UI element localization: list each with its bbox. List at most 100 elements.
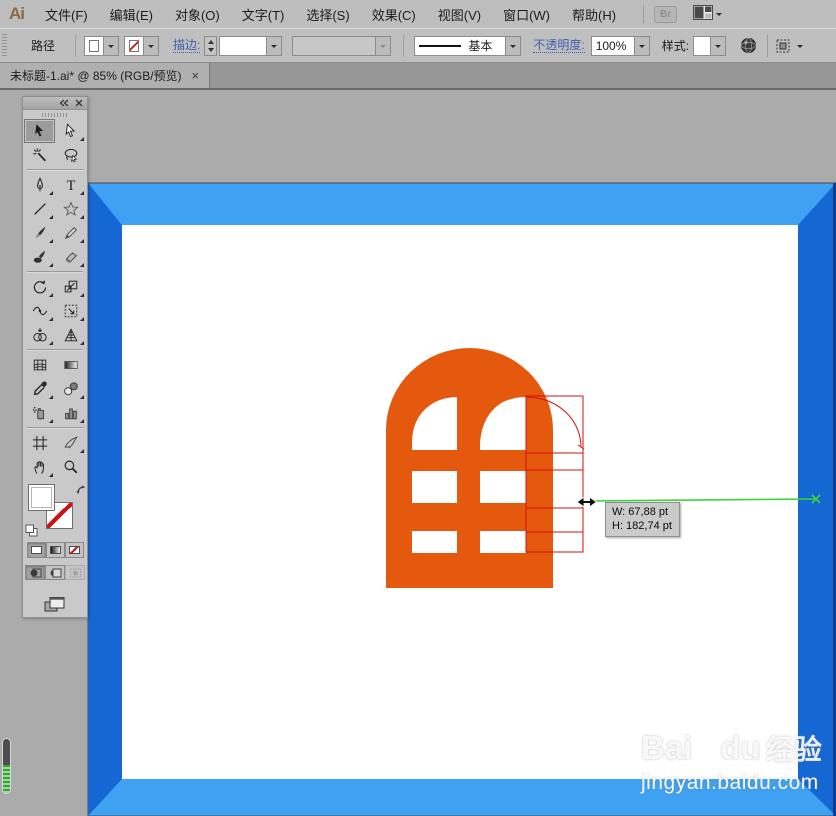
recording-progress-pill <box>2 738 11 794</box>
menu-effect[interactable]: 效果(C) <box>361 0 427 28</box>
type-tool[interactable]: T <box>55 173 86 197</box>
artboard-icon <box>32 435 48 451</box>
menu-type[interactable]: 文字(T) <box>231 0 296 28</box>
pencil-tool[interactable] <box>55 221 86 245</box>
control-bar-divider <box>403 34 405 57</box>
document-tab[interactable]: 未标题-1.ai* @ 85% (RGB/预览) × <box>0 63 211 88</box>
opacity-dropdown-button[interactable] <box>634 35 650 56</box>
zoom-tool[interactable] <box>55 455 86 479</box>
paint-mode-row <box>23 542 87 558</box>
opacity-combo[interactable]: 100% <box>590 35 650 56</box>
bridge-button[interactable]: Br <box>654 5 678 23</box>
artboard-tool[interactable] <box>24 431 55 455</box>
gradient-icon <box>63 357 79 373</box>
panel-close-icon[interactable] <box>75 94 83 112</box>
change-screen-mode-button[interactable] <box>36 592 74 616</box>
document-tab-strip: 未标题-1.ai* @ 85% (RGB/预览) × <box>0 63 836 90</box>
star-tool[interactable] <box>55 197 86 221</box>
mesh-icon <box>32 357 48 373</box>
none-paint-button[interactable] <box>64 542 84 558</box>
blob-brush-icon <box>32 249 48 265</box>
select-similar-button[interactable] <box>776 39 804 53</box>
default-fill-stroke-icon[interactable] <box>25 524 38 542</box>
brush-dropdown-button[interactable] <box>506 35 522 56</box>
tools-panel-header[interactable] <box>23 97 87 110</box>
menu-file[interactable]: 文件(F) <box>34 0 99 28</box>
workspace-layout-icon <box>693 5 714 23</box>
stroke-weight-value[interactable] <box>219 35 268 56</box>
menu-view[interactable]: 视图(V) <box>427 0 492 28</box>
fill-proxy-swatch[interactable] <box>28 484 55 511</box>
swap-fill-stroke-icon[interactable] <box>75 483 87 501</box>
canvas-area[interactable] <box>0 90 836 816</box>
control-bar: 路径 描边: 基本 不透明度: 100% 样式: <box>0 28 836 63</box>
draw-behind-button[interactable] <box>45 565 65 580</box>
gradient-tool[interactable] <box>55 353 86 377</box>
fill-color-picker[interactable] <box>84 35 120 56</box>
brush-stroke-preview-icon <box>419 44 462 47</box>
fill-swatch-icon <box>89 39 100 52</box>
selection-tool[interactable] <box>24 119 55 143</box>
mesh-tool[interactable] <box>24 353 55 377</box>
perspective-grid-tool[interactable] <box>55 323 86 347</box>
column-graph-tool[interactable] <box>55 401 86 425</box>
menu-help[interactable]: 帮助(H) <box>561 0 627 28</box>
menu-window[interactable]: 窗口(W) <box>492 0 561 28</box>
tool-group-divider <box>27 349 83 351</box>
brush-definition-value: 基本 <box>468 39 493 53</box>
workspace-switcher-button[interactable] <box>693 5 723 23</box>
opacity-panel-link[interactable]: 不透明度: <box>533 38 585 53</box>
fill-dropdown-button[interactable] <box>104 35 120 56</box>
rotate-tool[interactable] <box>24 275 55 299</box>
control-bar-divider <box>767 34 769 57</box>
draw-normal-button[interactable] <box>25 565 45 580</box>
stroke-weight-dropdown-button[interactable] <box>267 35 283 56</box>
stroke-color-picker[interactable] <box>124 35 160 56</box>
style-combo[interactable] <box>693 35 727 56</box>
lasso-tool[interactable] <box>55 143 86 167</box>
eyedropper-tool[interactable] <box>24 377 55 401</box>
tooltip-height-value: H: 182,74 pt <box>612 520 672 532</box>
watermark-url: jingyan.baidu.com <box>641 771 819 794</box>
rotate-icon <box>32 279 48 295</box>
color-paint-button[interactable] <box>26 542 46 558</box>
menu-edit[interactable]: 编辑(E) <box>99 0 164 28</box>
control-bar-grip[interactable] <box>2 33 7 58</box>
stroke-panel-link[interactable]: 描边: <box>173 38 201 53</box>
stroke-weight-combo[interactable] <box>219 35 283 56</box>
brush-definition-combo[interactable]: 基本 <box>414 35 522 56</box>
blend-tool[interactable] <box>55 377 86 401</box>
width-tool[interactable] <box>24 299 55 323</box>
free-transform-icon <box>63 303 79 319</box>
magic-wand-tool[interactable] <box>24 143 55 167</box>
menu-select[interactable]: 选择(S) <box>295 0 360 28</box>
tool-grid: T <box>23 119 87 479</box>
direct-selection-icon <box>63 123 79 139</box>
tab-close-icon[interactable]: × <box>192 69 200 82</box>
stroke-dropdown-button[interactable] <box>144 35 160 56</box>
context-label: 路径 <box>31 39 56 53</box>
pen-tool[interactable] <box>24 173 55 197</box>
recolor-artwork-button[interactable] <box>740 37 757 54</box>
paintbrush-tool[interactable] <box>24 221 55 245</box>
opacity-value[interactable]: 100% <box>590 35 635 56</box>
stroke-none-swatch-icon <box>129 39 140 52</box>
canvas-workspace[interactable]: W: 67,88 pt H: 182,74 pt Bai du 经验 jingy… <box>0 90 836 816</box>
symbol-sprayer-tool[interactable] <box>24 401 55 425</box>
menu-object[interactable]: 对象(O) <box>164 0 231 28</box>
eraser-tool[interactable] <box>55 245 86 269</box>
gradient-paint-button[interactable] <box>45 542 65 558</box>
stroke-weight-stepper[interactable] <box>204 35 218 56</box>
direct-selection-tool[interactable] <box>55 119 86 143</box>
slice-tool[interactable] <box>55 431 86 455</box>
blend-icon <box>63 381 79 397</box>
style-dropdown-button[interactable] <box>711 35 727 56</box>
line-segment-tool[interactable] <box>24 197 55 221</box>
free-transform-tool[interactable] <box>55 299 86 323</box>
shape-builder-tool[interactable] <box>24 323 55 347</box>
panel-collapse-icon[interactable] <box>59 94 69 112</box>
blob-brush-tool[interactable] <box>24 245 55 269</box>
pencil-icon <box>63 225 79 241</box>
hand-tool[interactable] <box>24 455 55 479</box>
scale-tool[interactable] <box>55 275 86 299</box>
